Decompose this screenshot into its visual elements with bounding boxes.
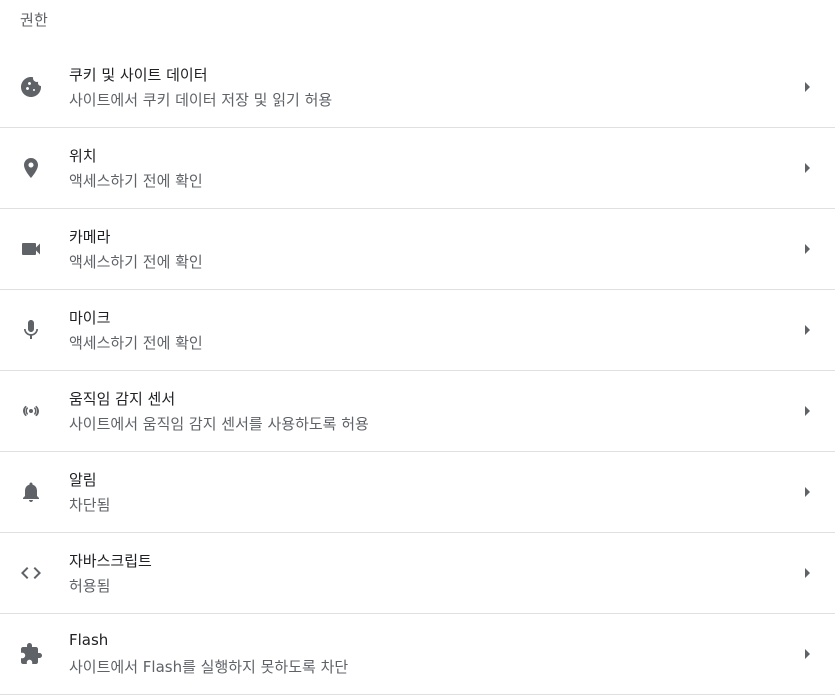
chevron-right-icon xyxy=(801,648,813,660)
permission-status: 사이트에서 쿠키 데이터 저장 및 읽기 허용 xyxy=(69,91,333,109)
permission-status: 액세스하기 전에 확인 xyxy=(69,334,203,352)
permission-label: 자바스크립트 xyxy=(69,552,152,570)
permission-label: 마이크 xyxy=(69,309,111,327)
chevron-right-icon xyxy=(801,324,813,336)
permission-status: 액세스하기 전에 확인 xyxy=(69,253,203,271)
chevron-right-icon xyxy=(801,405,813,417)
permission-row-microphone[interactable]: 마이크 액세스하기 전에 확인 xyxy=(0,290,835,371)
microphone-icon xyxy=(19,318,43,342)
permissions-page: 권한 쿠키 및 사이트 데이터 사이트에서 쿠키 데이터 저장 및 읽기 허용 … xyxy=(0,0,835,699)
permission-row-cookies[interactable]: 쿠키 및 사이트 데이터 사이트에서 쿠키 데이터 저장 및 읽기 허용 xyxy=(0,47,835,128)
permission-row-javascript[interactable]: 자바스크립트 허용됨 xyxy=(0,533,835,614)
permission-status: 차단됨 xyxy=(69,496,111,514)
camera-icon xyxy=(19,237,43,261)
permission-row-flash[interactable]: Flash 사이트에서 Flash를 실행하지 못하도록 차단 xyxy=(0,614,835,695)
permission-status: 액세스하기 전에 확인 xyxy=(69,172,203,190)
permission-label: 위치 xyxy=(69,147,97,165)
cookie-icon xyxy=(19,75,43,99)
chevron-right-icon xyxy=(801,162,813,174)
permission-label: 알림 xyxy=(69,471,97,489)
permission-row-notifications[interactable]: 알림 차단됨 xyxy=(0,452,835,533)
chevron-right-icon xyxy=(801,567,813,579)
permission-row-location[interactable]: 위치 액세스하기 전에 확인 xyxy=(0,128,835,209)
permission-row-camera[interactable]: 카메라 액세스하기 전에 확인 xyxy=(0,209,835,290)
chevron-right-icon xyxy=(801,81,813,93)
code-icon xyxy=(19,561,43,585)
chevron-right-icon xyxy=(801,243,813,255)
permission-label: 움직임 감지 센서 xyxy=(69,390,176,408)
permission-status: 허용됨 xyxy=(69,577,111,595)
permission-label: 카메라 xyxy=(69,228,111,246)
permission-label: 쿠키 및 사이트 데이터 xyxy=(69,66,208,84)
permissions-list: 쿠키 및 사이트 데이터 사이트에서 쿠키 데이터 저장 및 읽기 허용 위치 … xyxy=(0,47,835,695)
permission-label: Flash xyxy=(69,631,109,649)
sensors-icon xyxy=(19,399,43,423)
puzzle-icon xyxy=(19,642,43,666)
bell-icon xyxy=(19,480,43,504)
permission-row-motion-sensors[interactable]: 움직임 감지 센서 사이트에서 움직임 감지 센서를 사용하도록 허용 xyxy=(0,371,835,452)
permission-status: 사이트에서 Flash를 실행하지 못하도록 차단 xyxy=(69,658,349,676)
section-title: 권한 xyxy=(20,11,49,29)
location-pin-icon xyxy=(19,156,43,180)
chevron-right-icon xyxy=(801,486,813,498)
permission-status: 사이트에서 움직임 감지 센서를 사용하도록 허용 xyxy=(69,415,369,433)
